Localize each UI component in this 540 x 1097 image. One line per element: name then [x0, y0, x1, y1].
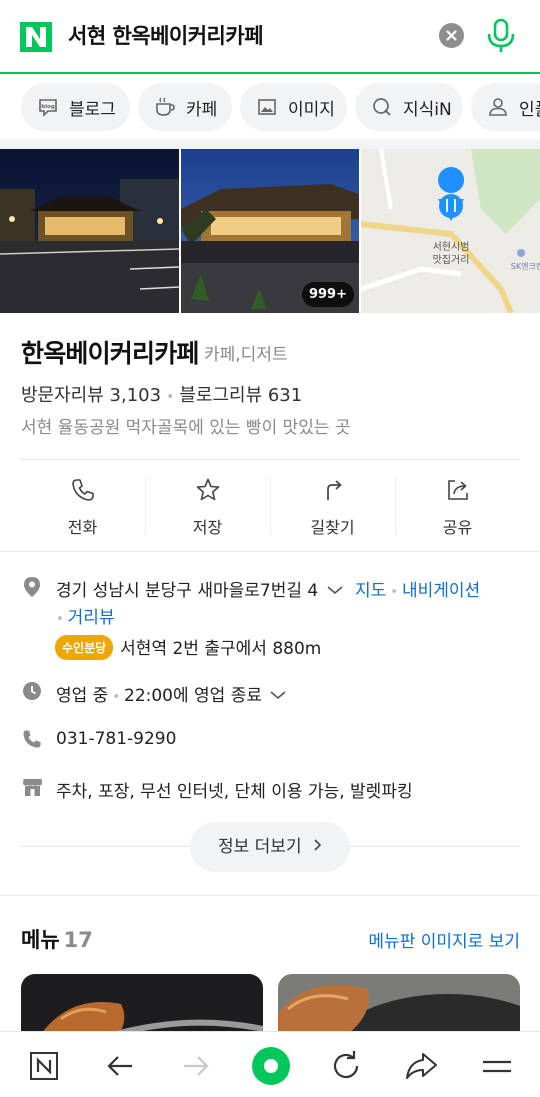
tab-influencer[interactable]: 인플 — [471, 83, 540, 131]
blog-reviews[interactable]: 블로그리뷰 631 — [179, 385, 302, 406]
naver-logo[interactable] — [20, 22, 52, 52]
divider — [0, 895, 540, 896]
place-category: 카페,디저트 — [204, 345, 288, 365]
phone-icon — [71, 479, 94, 501]
call-button[interactable]: 전화 — [20, 474, 145, 537]
clear-icon[interactable] — [439, 23, 464, 48]
map-link[interactable]: 지도 — [355, 581, 386, 601]
place-name: 한옥베이커리카페 — [21, 339, 199, 368]
tab-cafe[interactable]: 카페 — [138, 83, 232, 131]
person-icon — [487, 96, 509, 118]
store-icon — [22, 777, 43, 802]
menu-count: 17 — [63, 928, 93, 952]
more-info-label: 정보 더보기 — [217, 837, 302, 857]
section-divider — [0, 139, 540, 149]
hours-text: 22:00에 영업 종료 — [124, 686, 262, 706]
address-row: 경기 성남시 분당구 새마을로7번길 4 지도 • 내비게이션 • 거리뷰 — [22, 576, 522, 628]
photo-count-badge: 999+ — [301, 282, 354, 307]
filter-tabs: blog 블로그 카페 이미지 지식iN 인플 — [0, 75, 540, 139]
review-counts: 방문자리뷰 3,103 • 블로그리뷰 631 — [21, 385, 303, 406]
tab-label: 인플 — [519, 99, 540, 120]
green-dot-button-icon[interactable] — [251, 1046, 291, 1086]
chevron-down-icon[interactable] — [269, 686, 287, 706]
phone-number[interactable]: 031-781-9290 — [56, 729, 176, 749]
action-buttons: 전화 저장 길찾기 공유 — [20, 474, 520, 537]
refresh-icon[interactable] — [326, 1046, 366, 1086]
address-text: 경기 성남시 분당구 새마을로7번길 4 — [56, 581, 319, 601]
q-search-icon — [371, 96, 393, 118]
visitor-reviews[interactable]: 방문자리뷰 3,103 — [21, 385, 161, 406]
more-info-button[interactable]: 정보 더보기 — [190, 822, 350, 872]
hours-status: 영업 중 — [56, 686, 109, 706]
save-button[interactable]: 저장 — [145, 474, 270, 537]
map-poi: SK엔크린 — [511, 261, 540, 271]
coffee-cup-icon — [154, 96, 176, 118]
action-label: 저장 — [192, 518, 223, 537]
naver-home-icon[interactable] — [24, 1046, 64, 1086]
menu-hamburger-icon[interactable] — [477, 1046, 517, 1086]
photo-night-exterior[interactable] — [0, 149, 179, 313]
street-view-link[interactable]: 거리뷰 — [68, 608, 115, 628]
directions-icon — [326, 480, 342, 500]
action-label: 공유 — [442, 518, 473, 537]
chevron-right-icon — [313, 822, 322, 872]
subway-distance: 서현역 2번 출구에서 880m — [120, 639, 322, 659]
image-icon — [256, 96, 278, 118]
back-arrow-icon[interactable] — [100, 1046, 140, 1086]
divider — [20, 459, 520, 460]
tab-label: 카페 — [186, 99, 218, 120]
action-label: 전화 — [67, 518, 98, 537]
directions-button[interactable]: 길찾기 — [270, 474, 395, 537]
svg-text:blog: blog — [41, 104, 55, 110]
menu-heading: 메뉴 17 — [21, 924, 93, 954]
share-icon — [447, 480, 468, 500]
search-query[interactable]: 서현 한옥베이커리카페 — [68, 20, 264, 50]
bottom-nav-bar — [0, 1031, 540, 1097]
photo-hanok-building[interactable]: 999+ — [181, 149, 359, 313]
tab-kin[interactable]: 지식iN — [355, 83, 463, 131]
place-description: 서현 율동공원 먹자골목에 있는 빵이 맛있는 곳 — [21, 418, 351, 438]
blog-icon: blog — [37, 96, 59, 118]
clock-icon — [22, 681, 42, 706]
tab-label: 블로그 — [69, 99, 116, 120]
share-button[interactable]: 공유 — [395, 474, 520, 537]
forward-arrow-icon[interactable] — [176, 1046, 216, 1086]
navigation-link[interactable]: 내비게이션 — [402, 581, 480, 601]
chevron-down-icon[interactable] — [326, 581, 344, 601]
share-arrow-icon[interactable] — [401, 1046, 441, 1086]
location-pin-icon — [22, 576, 42, 603]
star-icon — [196, 478, 219, 501]
menu-board-link[interactable]: 메뉴판 이미지로 보기 — [368, 927, 520, 952]
photo-strip: 999+ 서현시범 맛집거리 SK엔크린 — [0, 149, 540, 313]
search-bar: 서현 한옥베이커리카페 — [0, 0, 540, 74]
divider — [0, 551, 540, 552]
microphone-icon[interactable] — [484, 17, 518, 55]
map-thumbnail[interactable]: 서현시범 맛집거리 SK엔크린 — [361, 149, 540, 313]
map-label-1: 서현시범 — [433, 241, 470, 253]
amenities-text: 주차, 포장, 무선 인터넷, 단체 이용 가능, 발렛파킹 — [56, 782, 413, 802]
phone-icon — [22, 729, 42, 754]
tab-blog[interactable]: blog 블로그 — [21, 83, 130, 131]
map-label-2: 맛집거리 — [433, 254, 470, 266]
tab-label: 지식iN — [403, 99, 452, 120]
menu-title: 메뉴 — [21, 928, 60, 952]
subway-line-badge: 수인분당 — [55, 635, 114, 660]
action-label: 길찾기 — [310, 518, 355, 537]
tab-label: 이미지 — [288, 99, 335, 120]
tab-image[interactable]: 이미지 — [240, 83, 347, 131]
